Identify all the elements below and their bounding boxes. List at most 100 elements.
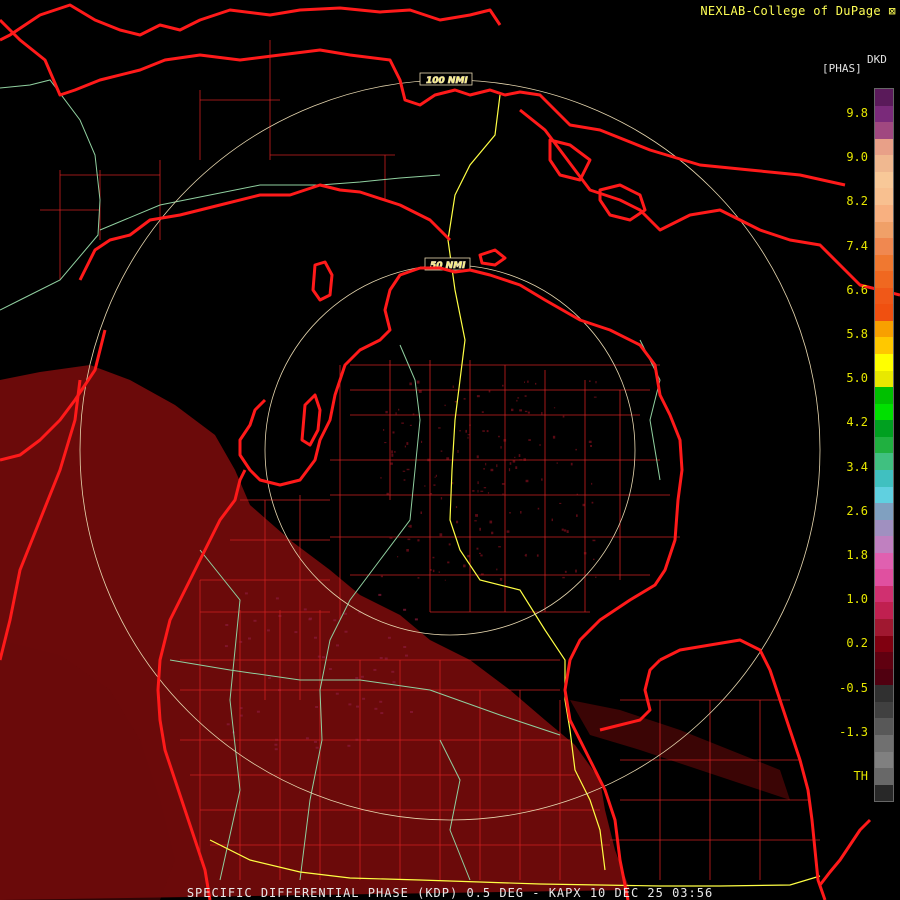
color-scale-swatch [875, 403, 893, 421]
color-scale-swatch [875, 337, 893, 354]
echo-speckle-dot [384, 442, 387, 444]
color-scale-swatch [875, 519, 893, 537]
echo-speckle-dot [459, 430, 461, 432]
color-scale-swatch [875, 436, 893, 454]
echo-speckle-dot [509, 462, 512, 465]
color-scale-tick-label: 2.6 [846, 503, 868, 518]
color-scale-tick-label: -0.5 [839, 680, 868, 695]
color-scale-tick-label: TH [853, 769, 868, 783]
echo-speckle-dot [476, 395, 480, 398]
echo-speckle-dot [420, 511, 422, 514]
echo-speckle-dot [390, 462, 393, 465]
color-scale-swatch [875, 453, 893, 470]
color-scale-tick-label: 9.8 [846, 106, 868, 120]
legend-unit-label: [PHAS] [822, 62, 862, 75]
echo-speckle-dot [514, 456, 516, 459]
echo-speckle-dot [517, 397, 520, 399]
echo-speckle-dot [315, 706, 319, 708]
echo-speckle-dot [562, 415, 565, 418]
echo-speckle-dot [256, 710, 260, 713]
echo-speckle-dot [226, 723, 230, 726]
echo-speckle-dot [314, 740, 317, 743]
echo-speckle-dot [410, 711, 413, 713]
echo-speckle-dot [467, 434, 470, 436]
echo-speckle-dot [485, 462, 487, 466]
echo-speckle-dot [564, 570, 567, 573]
color-scale-swatch [875, 734, 893, 752]
color-scale-tick-label: 3.4 [846, 459, 868, 474]
color-scale-swatch [875, 602, 893, 619]
echo-speckle-dot [537, 507, 540, 510]
color-scale-swatch [875, 486, 893, 504]
color-scale-swatch [875, 768, 893, 785]
echo-speckle-dot [387, 636, 391, 639]
echo-speckle-dot [518, 454, 521, 457]
echo-speckle-dot [417, 387, 419, 389]
color-scale-tick-label: 1.0 [846, 592, 868, 607]
coastline-bois-blanc-island [478, 248, 507, 267]
echo-speckle-dot [378, 593, 382, 596]
echo-speckle-dot [379, 657, 383, 659]
echo-speckle-dot [463, 564, 466, 568]
color-scale-swatch [875, 668, 893, 686]
echo-speckle-dot [398, 408, 400, 411]
echo-speckle-dot [524, 395, 527, 397]
echo-speckle-dot [347, 744, 351, 747]
echo-speckle-dot [551, 518, 553, 522]
echo-speckle-dot [528, 439, 531, 441]
echo-speckle-dot [432, 556, 435, 559]
echo-speckle-dot [268, 677, 272, 679]
echo-speckle-dot [421, 440, 423, 443]
echo-speckle-dot [380, 712, 384, 715]
echo-speckle-dot [463, 398, 466, 400]
echo-speckle-dot [452, 385, 454, 388]
echo-speckle-dot [438, 571, 440, 573]
coastline-upper-peninsula-top [0, 3, 502, 42]
color-scale-swatch [875, 122, 893, 139]
echo-speckle-dot [561, 528, 564, 531]
echo-speckle-dot [591, 501, 594, 504]
echo-speckle-dot [395, 412, 397, 415]
credit-mark-icon: ⊠ [888, 4, 896, 18]
color-scale-swatch [875, 701, 893, 719]
echo-speckle-dot [404, 445, 406, 448]
echo-speckle-dot [274, 743, 278, 746]
radar-display: 50 NMI 100 NMI NEXLAB-College of DuPage … [0, 0, 900, 900]
echo-speckle-dot [512, 460, 516, 463]
echo-speckle-dot [394, 451, 396, 453]
echo-speckle-dot [416, 380, 420, 384]
echo-speckle-dot [482, 430, 485, 432]
color-scale-tick-label: 6.6 [846, 282, 868, 297]
echo-speckle-dot [502, 384, 504, 387]
color-scale-swatch [875, 585, 893, 603]
echo-speckle-dot [523, 458, 526, 461]
echo-speckle-dot [595, 381, 597, 384]
echo-speckle-dot [524, 554, 527, 557]
echo-speckle-dot [403, 646, 407, 648]
state-line-michigan-wisconsin [0, 79, 101, 311]
echo-speckle-dot [424, 485, 426, 487]
echo-speckle-dot [541, 478, 543, 481]
echo-speckle-dot [480, 554, 483, 557]
color-scale-swatch [875, 304, 893, 321]
echo-speckle-dot [500, 446, 502, 449]
echo-speckle-dot [524, 410, 528, 413]
color-scale-swatch [875, 89, 893, 106]
echo-speckle-dot [591, 482, 593, 485]
echo-speckle-dot [432, 569, 435, 573]
echo-speckle-dot [489, 520, 493, 524]
color-scale-tick-label: 5.8 [846, 327, 868, 341]
echo-speckle-dot [498, 435, 500, 438]
echo-speckle-dot [553, 407, 556, 409]
echo-speckle-dot [392, 431, 395, 434]
echo-speckle-dot [448, 543, 451, 546]
echo-speckle-dot [516, 399, 518, 402]
echo-speckle-dot [541, 412, 543, 415]
echo-speckle-dot [434, 476, 436, 478]
echo-speckle-dot [406, 549, 409, 552]
color-scale-tick-label: 8.2 [846, 194, 868, 209]
echo-speckle-dot [475, 514, 478, 517]
echo-speckle-dot [488, 390, 491, 393]
echo-speckle-dot [527, 380, 529, 383]
color-scale-swatch [875, 718, 893, 735]
